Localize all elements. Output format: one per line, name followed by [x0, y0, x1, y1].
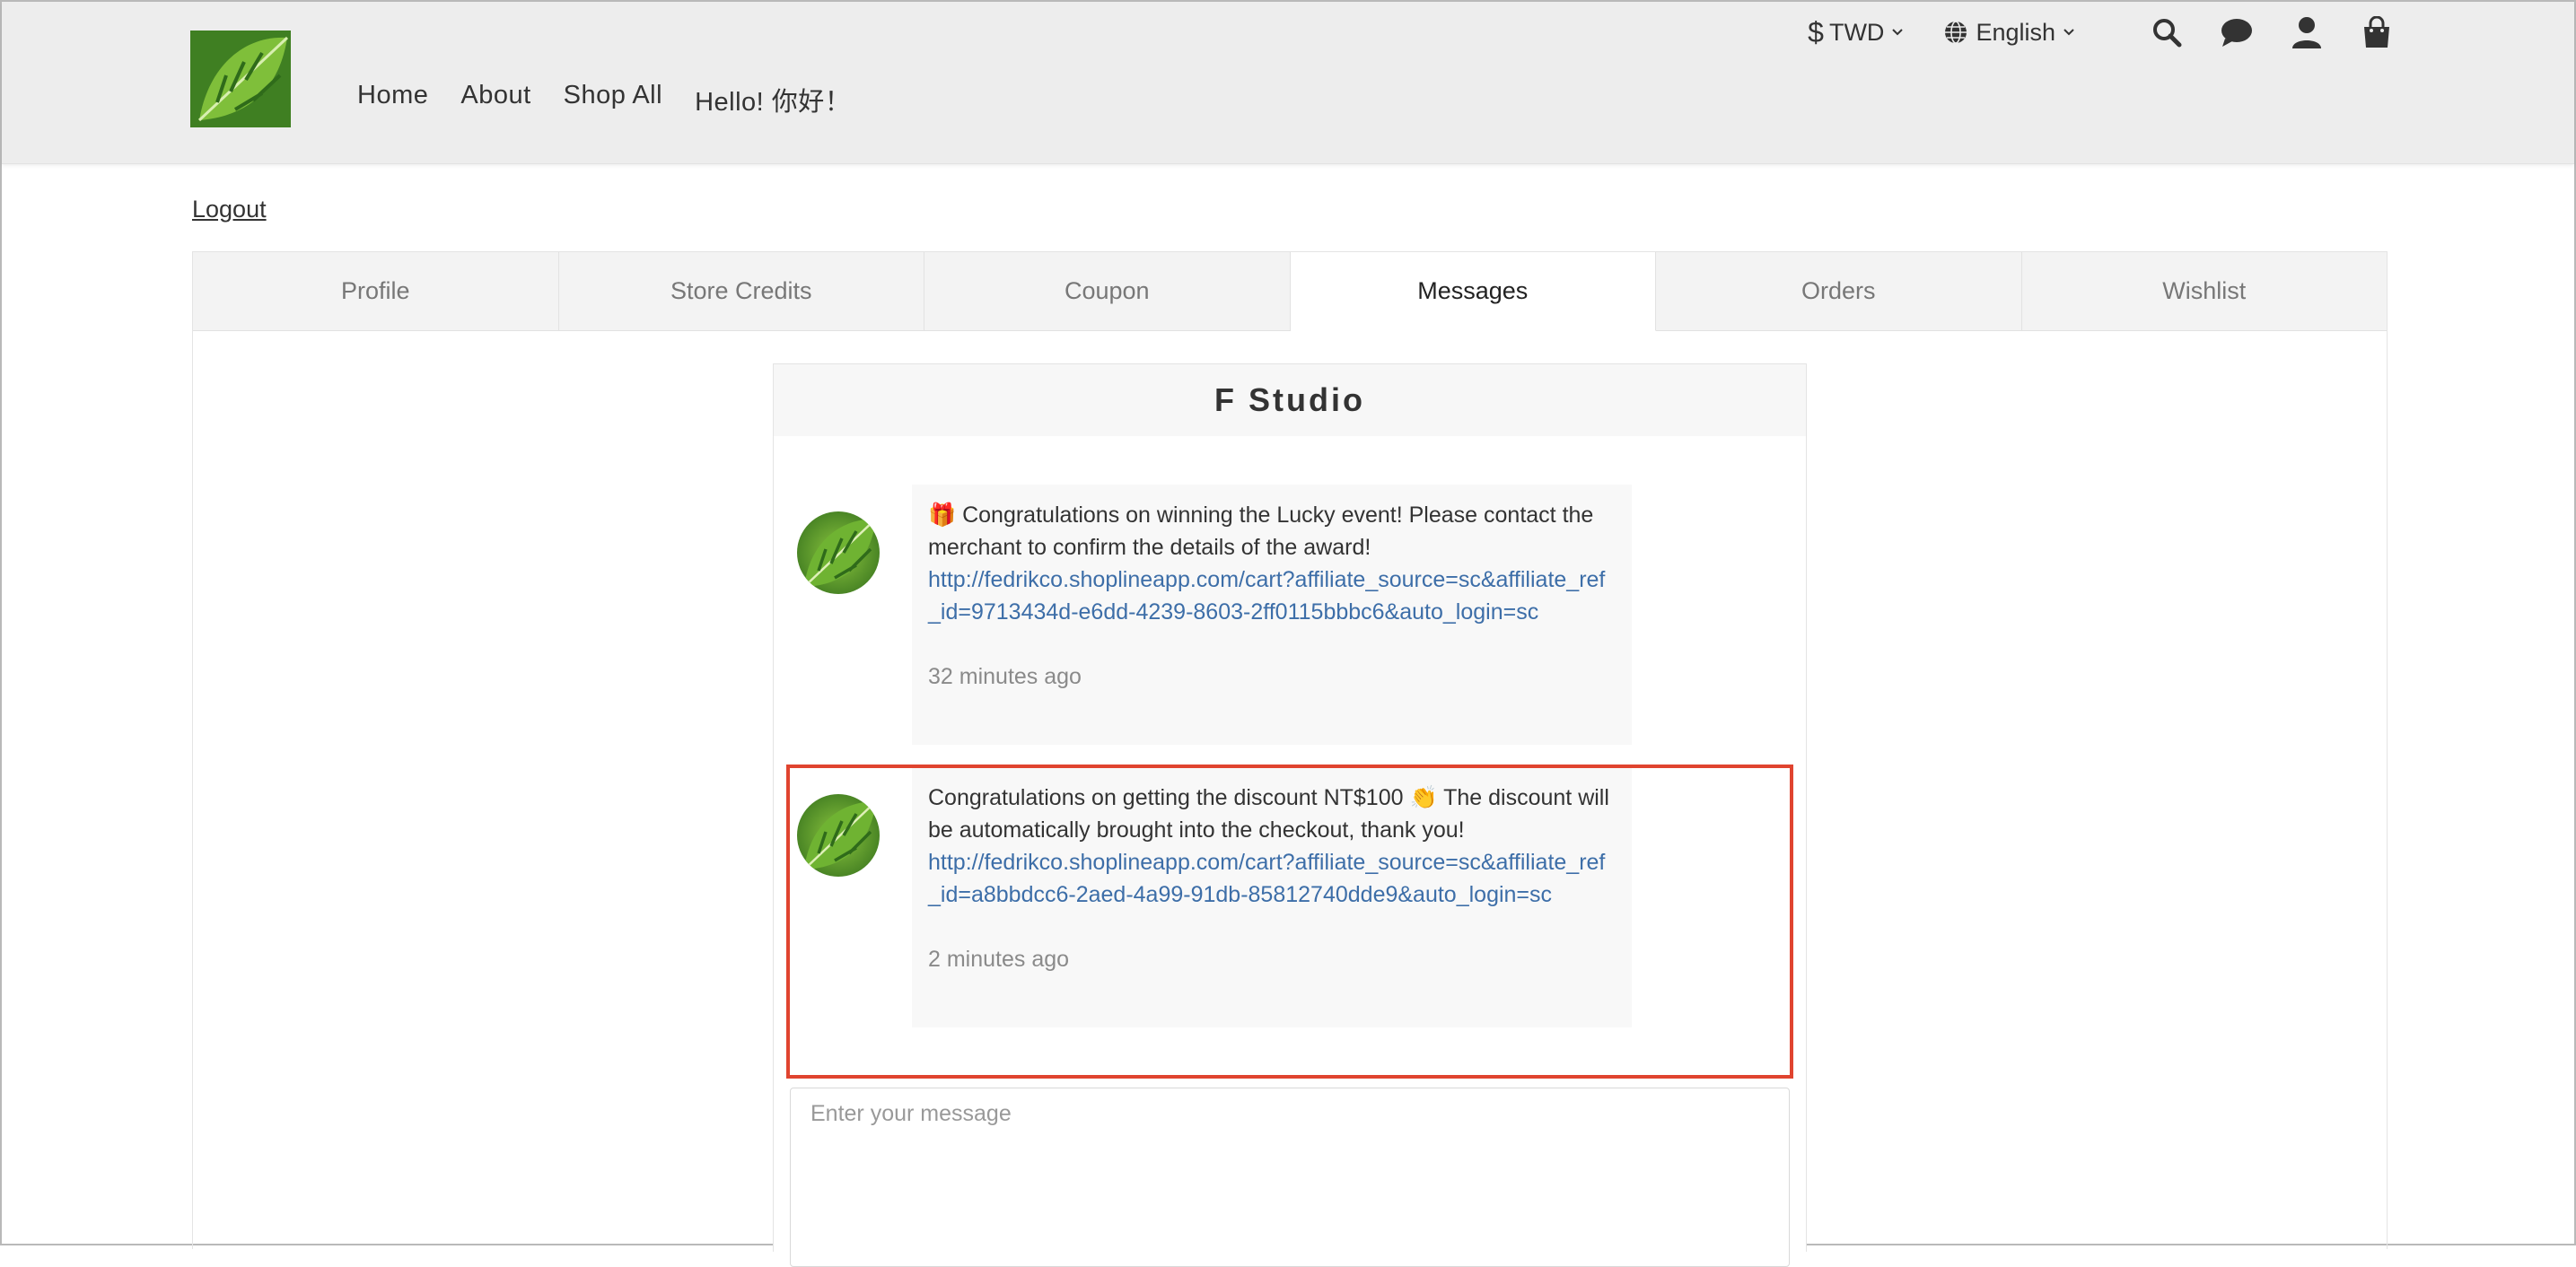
clap-icon: 👏 [1409, 785, 1438, 810]
message-text: 🎁 Congratulations on winning the Lucky e… [928, 502, 1594, 560]
language-label: English [1976, 18, 2055, 46]
tab-orders[interactable]: Orders [1656, 252, 2022, 331]
tab-messages[interactable]: Messages [1290, 252, 1656, 331]
tab-coupon[interactable]: Coupon [924, 252, 1291, 331]
avatar [797, 511, 880, 594]
nav-home[interactable]: Home [357, 81, 428, 118]
chevron-down-icon [2063, 29, 2074, 36]
avatar [797, 794, 880, 877]
gift-icon: 🎁 [928, 502, 957, 528]
currency-label: TWD [1828, 18, 1885, 46]
account-tabs: Profile Store Credits Coupon Messages Or… [193, 252, 2387, 331]
message-thread: F Studio 🎁 Congratulations on winning th… [773, 363, 1807, 1267]
logout-link[interactable]: Logout [192, 196, 267, 223]
nav-about[interactable]: About [460, 81, 530, 118]
main-nav: Home About Shop All Hello! 你好！ [357, 81, 883, 118]
message-time: 32 minutes ago [928, 664, 1082, 689]
nav-shop-all[interactable]: Shop All [564, 81, 662, 118]
message-link[interactable]: http://fedrikco.shoplineapp.com/cart?aff… [928, 564, 1616, 628]
language-selector[interactable]: English [1943, 19, 2075, 47]
message-input[interactable] [790, 1088, 1790, 1267]
message-link[interactable]: http://fedrikco.shoplineapp.com/cart?aff… [928, 846, 1616, 911]
search-icon[interactable] [2149, 14, 2185, 50]
bag-icon[interactable] [2359, 14, 2395, 50]
account-panel: Profile Store Credits Coupon Messages Or… [192, 251, 2388, 1267]
user-icon[interactable] [2289, 14, 2325, 50]
chevron-down-icon [1892, 29, 1904, 36]
store-logo[interactable] [190, 31, 291, 127]
message-time: 2 minutes ago [928, 947, 1070, 972]
message-text: Congratulations on getting the discount … [928, 785, 1609, 843]
chat-title: F Studio [774, 364, 1806, 436]
currency-selector[interactable]: $ TWD [1808, 16, 1904, 49]
nav-hello[interactable]: Hello! 你好！ [695, 81, 851, 118]
site-header: Home About Shop All Hello! 你好！ $ TWD Eng… [2, 2, 2574, 164]
header-toolbar: $ TWD English [1808, 14, 2395, 50]
dollar-icon: $ [1808, 15, 1824, 48]
tab-wishlist[interactable]: Wishlist [2021, 252, 2387, 331]
tab-profile[interactable]: Profile [193, 252, 559, 331]
message-bubble: Congratulations on getting the discount … [912, 767, 1632, 1027]
message-bubble: 🎁 Congratulations on winning the Lucky e… [912, 485, 1632, 745]
globe-icon [1945, 21, 1967, 44]
chat-icon[interactable] [2219, 14, 2255, 50]
tab-store-credits[interactable]: Store Credits [558, 252, 924, 331]
